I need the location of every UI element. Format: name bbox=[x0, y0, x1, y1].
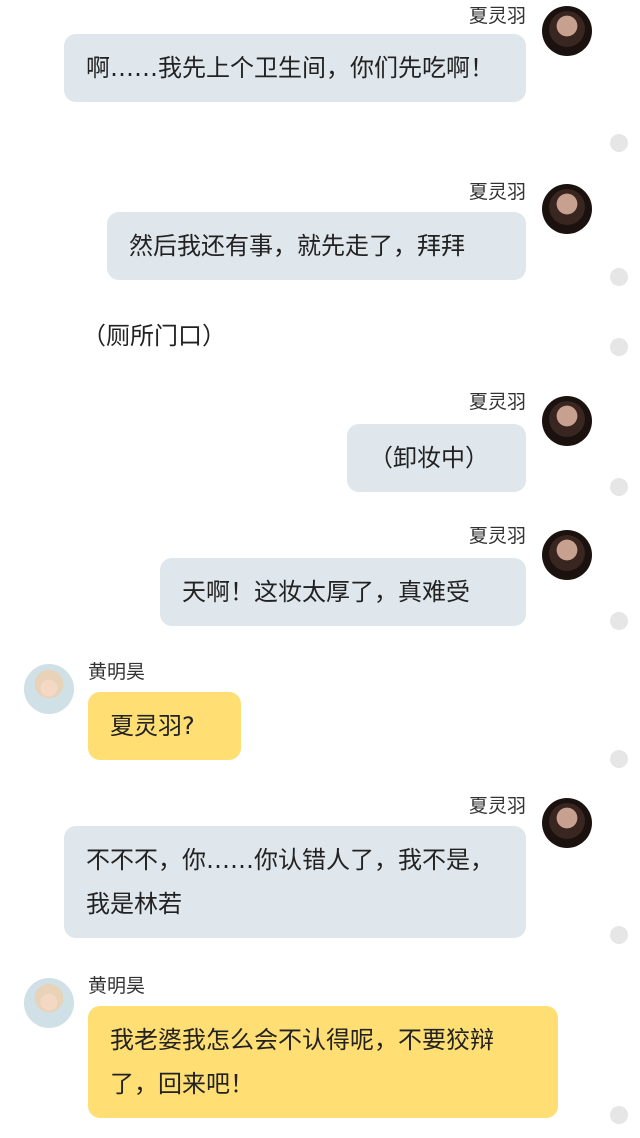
select-dot[interactable] bbox=[610, 478, 628, 496]
message-bubble: 天啊！这妆太厚了，真难受 bbox=[160, 558, 526, 626]
select-dot[interactable] bbox=[610, 338, 628, 356]
select-dot[interactable] bbox=[610, 926, 628, 944]
message-bubble: （卸妆中） bbox=[347, 424, 526, 492]
sender-name: 夏灵羽 bbox=[468, 391, 526, 413]
avatar[interactable] bbox=[542, 184, 592, 234]
sender-name: 夏灵羽 bbox=[468, 181, 526, 203]
sender-name: 夏灵羽 bbox=[468, 525, 526, 547]
select-dot[interactable] bbox=[610, 1106, 628, 1124]
avatar[interactable] bbox=[542, 530, 592, 580]
message-bubble: 不不不，你……你认错人了，我不是，我是林若 bbox=[64, 826, 526, 938]
select-dot[interactable] bbox=[610, 268, 628, 286]
message-bubble: 啊……我先上个卫生间，你们先吃啊！ bbox=[64, 34, 526, 102]
select-dot[interactable] bbox=[610, 612, 628, 630]
sender-name: 夏灵羽 bbox=[468, 795, 526, 817]
avatar[interactable] bbox=[24, 978, 74, 1028]
sender-name: 夏灵羽 bbox=[468, 5, 526, 27]
select-dot[interactable] bbox=[610, 750, 628, 768]
sender-name: 黄明昊 bbox=[88, 661, 146, 683]
message-bubble: 然后我还有事，就先走了，拜拜 bbox=[107, 212, 526, 280]
narration-text: （厕所门口） bbox=[82, 322, 226, 350]
avatar[interactable] bbox=[24, 664, 74, 714]
avatar[interactable] bbox=[542, 396, 592, 446]
avatar[interactable] bbox=[542, 6, 592, 56]
message-bubble: 我老婆我怎么会不认得呢，不要狡辩了，回来吧！ bbox=[88, 1006, 558, 1118]
message-bubble: 夏灵羽? bbox=[88, 692, 241, 760]
select-dot[interactable] bbox=[610, 134, 628, 152]
avatar[interactable] bbox=[542, 798, 592, 848]
sender-name: 黄明昊 bbox=[88, 975, 146, 997]
